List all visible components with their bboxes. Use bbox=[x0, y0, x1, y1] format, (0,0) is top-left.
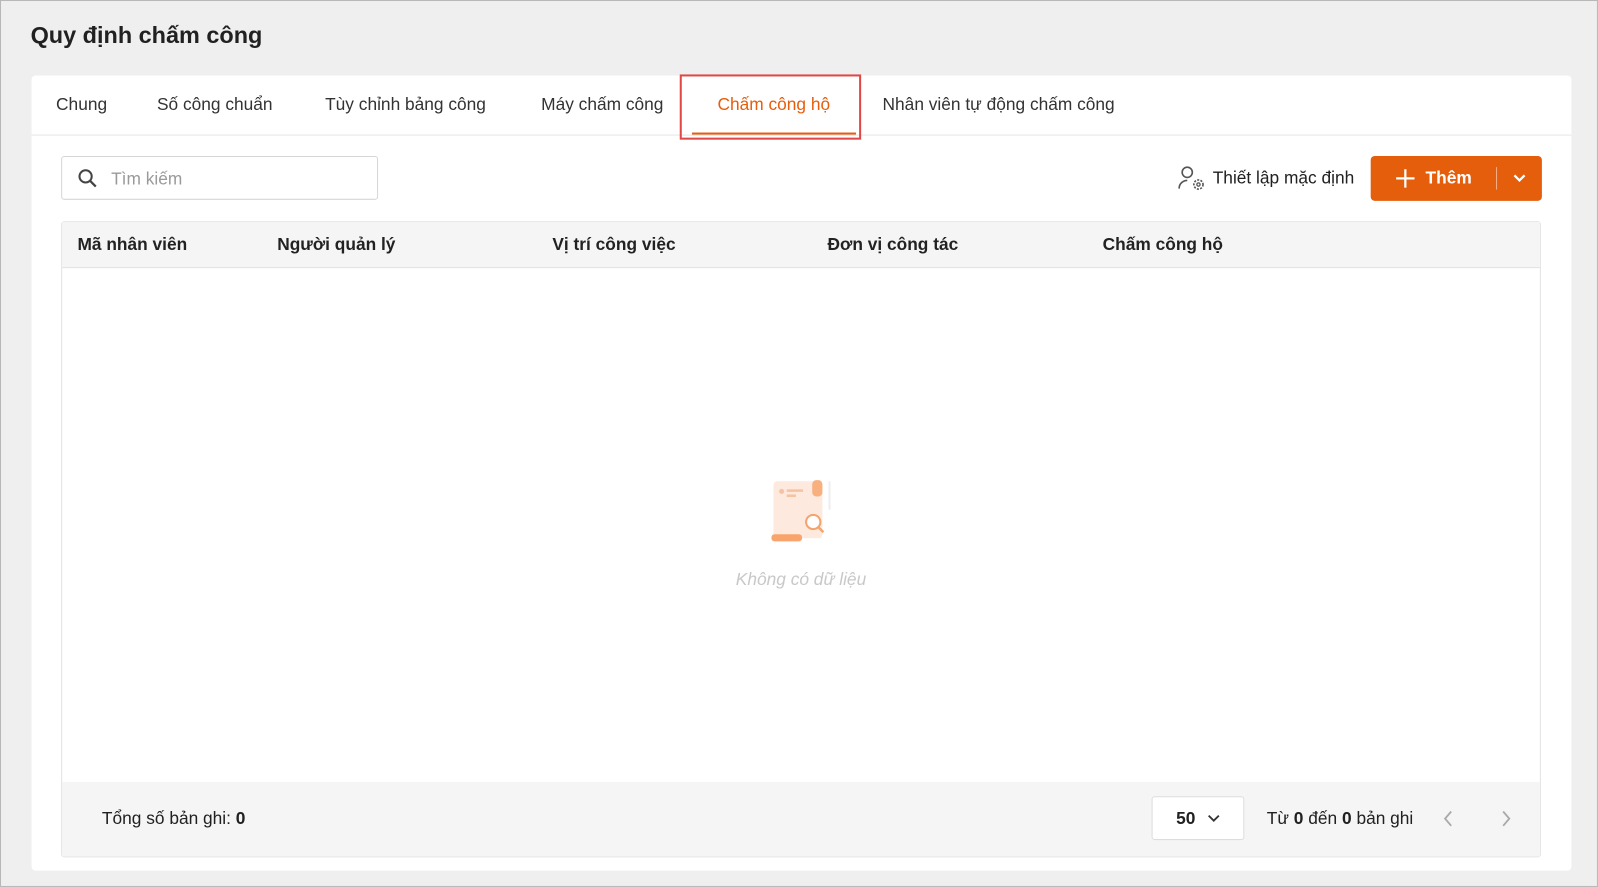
page-title: Quy định chấm công bbox=[30, 21, 263, 48]
empty-document-search-icon bbox=[771, 480, 831, 542]
column-header: Đơn vị công tác bbox=[827, 234, 959, 254]
range-from: 0 bbox=[1293, 808, 1304, 828]
empty-state: Không có dữ liệu bbox=[62, 477, 1540, 590]
search-input[interactable] bbox=[109, 157, 368, 201]
add-button[interactable]: Thêm bbox=[1371, 156, 1496, 201]
user-settings-icon bbox=[1178, 166, 1204, 190]
column-header: Chấm công hộ bbox=[1102, 234, 1223, 254]
add-dropdown-button[interactable] bbox=[1497, 156, 1542, 201]
tab-nhan-vien-tu-dong-cham-cong[interactable]: Nhân viên tự động chấm công bbox=[883, 75, 1115, 134]
add-label: Thêm bbox=[1425, 168, 1472, 188]
table-footer: Tổng số bản ghi: 0 50 Từ 0 đến 0 bản ghi bbox=[62, 781, 1540, 857]
tab-bar: Chung Số công chuẩn Tùy chỉnh bảng công … bbox=[31, 74, 1572, 140]
range-suffix: bản ghi bbox=[1356, 808, 1414, 828]
total-records: Tổng số bản ghi: 0 bbox=[102, 808, 246, 828]
search-box bbox=[61, 155, 379, 201]
column-header: Mã nhân viên bbox=[77, 234, 188, 254]
page-size-select[interactable]: 50 bbox=[1151, 796, 1245, 841]
record-range: Từ 0 đến 0 bản ghi bbox=[1267, 808, 1414, 828]
range-to: 0 bbox=[1341, 808, 1352, 828]
range-from-label: Từ bbox=[1266, 808, 1289, 828]
chevron-down-icon bbox=[1207, 814, 1220, 822]
set-default-button[interactable]: Thiết lập mặc định bbox=[1178, 163, 1354, 194]
column-header: Vị trí công việc bbox=[552, 234, 676, 254]
search-icon bbox=[78, 169, 97, 188]
column-header: Người quản lý bbox=[277, 234, 396, 254]
total-label: Tổng số bản ghi: bbox=[101, 808, 231, 828]
chevron-left-icon bbox=[1443, 810, 1452, 827]
chevron-down-icon bbox=[1513, 174, 1526, 183]
range-to-label: đến bbox=[1308, 808, 1338, 828]
set-default-label: Thiết lập mặc định bbox=[1212, 168, 1355, 188]
total-count: 0 bbox=[235, 808, 246, 828]
plus-icon bbox=[1395, 169, 1415, 188]
next-page-button[interactable] bbox=[1494, 804, 1518, 833]
page-size-value: 50 bbox=[1176, 807, 1196, 828]
data-table: Mã nhân viên Người quản lý Vị trí công v… bbox=[61, 221, 1541, 858]
app-window: Quy định chấm công Chung Số công chuẩn T… bbox=[0, 0, 1598, 887]
table-header: Mã nhân viên Người quản lý Vị trí công v… bbox=[62, 222, 1540, 269]
empty-state-text: Không có dữ liệu bbox=[735, 569, 867, 590]
tab-tuy-chinh-bang-cong[interactable]: Tùy chỉnh bảng công bbox=[325, 75, 486, 134]
tab-so-cong-chuan[interactable]: Số công chuẩn bbox=[157, 75, 273, 134]
add-button-group: Thêm bbox=[1370, 155, 1542, 201]
tab-chung[interactable]: Chung bbox=[56, 75, 107, 134]
prev-page-button[interactable] bbox=[1436, 804, 1460, 833]
active-tab-highlight-box bbox=[679, 74, 862, 140]
tab-may-cham-cong[interactable]: Máy chấm công bbox=[541, 75, 663, 134]
content-card: Chung Số công chuẩn Tùy chỉnh bảng công … bbox=[31, 74, 1572, 871]
chevron-right-icon bbox=[1502, 810, 1511, 827]
